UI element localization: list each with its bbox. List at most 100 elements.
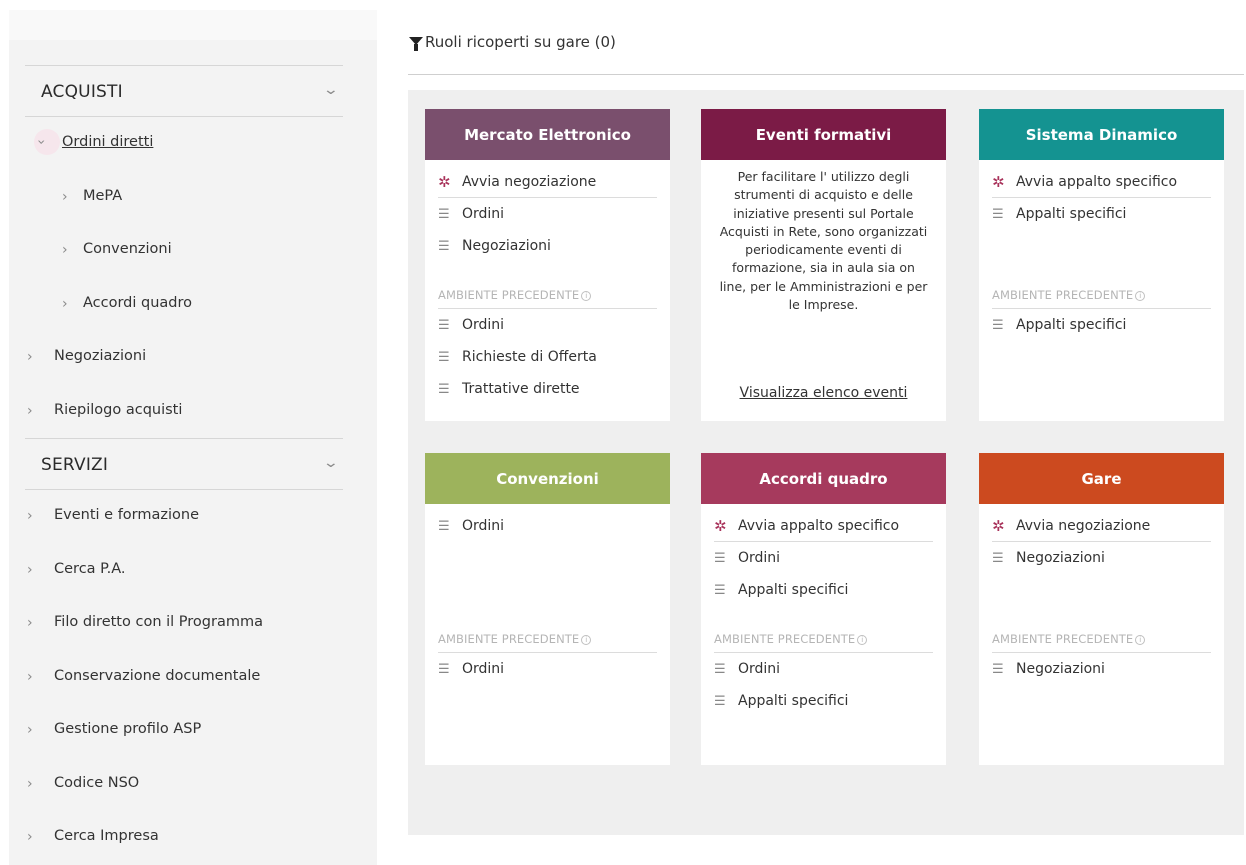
sidebar-item-gestione-asp[interactable]: › Gestione profilo ASP [25, 704, 343, 758]
action-label: Avvia negoziazione [1016, 517, 1151, 534]
list-icon: ☰ [714, 693, 726, 709]
action-avvia-negoziazione[interactable]: ✲ Avvia negoziazione [992, 510, 1211, 542]
chevron-right-icon: › [62, 242, 68, 258]
spark-icon: ✲ [714, 516, 727, 535]
link-ordini[interactable]: ☰ Ordini [438, 198, 657, 230]
chevron-right-icon: › [27, 508, 33, 524]
link-negoziazioni[interactable]: ☰ Negoziazioni [438, 230, 657, 262]
list-icon: ☰ [438, 317, 450, 333]
info-icon[interactable]: i [1135, 290, 1146, 301]
sidebar-item-riepilogo-acquisti[interactable]: › Riepilogo acquisti [25, 385, 343, 439]
chevron-right-icon: › [27, 402, 33, 419]
sidebar-item-label: Conservazione documentale [54, 667, 261, 684]
view-events-link[interactable]: Visualizza elenco eventi [701, 385, 946, 401]
card-mercato-elettronico: Mercato Elettronico ✲ Avvia negoziazione… [425, 109, 670, 421]
sidebar-item-filo-diretto[interactable]: › Filo diretto con il Programma [25, 597, 343, 651]
sidebar-item-cerca-impresa[interactable]: › Cerca Impresa [25, 811, 343, 865]
link-prev-ordini[interactable]: ☰ Ordini [714, 653, 933, 685]
chevron-down-icon: ⌄ [322, 82, 340, 98]
list-icon: ☰ [438, 661, 450, 677]
section-title: ACQUISTI [41, 82, 123, 102]
link-label: Ordini [738, 661, 781, 677]
prev-label-text: AMBIENTE PRECEDENTE [438, 632, 580, 646]
link-prev-trattative[interactable]: ☰ Trattative dirette [438, 373, 657, 405]
sidebar-item-label: Cerca P.A. [54, 560, 126, 577]
link-label: Appalti specifici [1016, 317, 1127, 333]
link-negoziazioni[interactable]: ☰ Negoziazioni [992, 542, 1211, 574]
sidebar-item-mepa[interactable]: › MePA [25, 171, 343, 225]
sidebar-item-codice-nso[interactable]: › Codice NSO [25, 758, 343, 812]
list-icon: ☰ [438, 238, 450, 254]
sidebar-item-cerca-pa[interactable]: › Cerca P.A. [25, 544, 343, 598]
filter-icon [409, 37, 423, 51]
info-icon[interactable]: i [1135, 634, 1146, 645]
card-body: ✲ Avvia appalto specifico ☰ Appalti spec… [979, 160, 1224, 341]
list-icon: ☰ [714, 550, 726, 566]
section-title: SERVIZI [41, 455, 109, 475]
link-prev-negoziazioni[interactable]: ☰ Negoziazioni [992, 653, 1211, 685]
section-servizi[interactable]: SERVIZI ⌄ [25, 438, 343, 490]
link-ordini[interactable]: ☰ Ordini [714, 542, 933, 574]
sidebar-item-conservazione[interactable]: › Conservazione documentale [25, 651, 343, 705]
card-header: Gare [979, 453, 1224, 504]
chevron-right-icon: › [62, 295, 68, 312]
link-label: Appalti specifici [738, 693, 849, 709]
link-label: Ordini [462, 661, 505, 677]
sidebar-item-accordi-quadro[interactable]: › Accordi quadro [25, 278, 343, 332]
chevron-down-icon: ⌄ [322, 455, 340, 471]
card-header: Accordi quadro [701, 453, 946, 504]
chevron-right-icon: › [32, 139, 49, 145]
sidebar-item-negoziazioni[interactable]: › Negoziazioni [25, 331, 343, 385]
list-icon: ☰ [438, 381, 450, 397]
spark-icon: ✲ [438, 172, 451, 191]
info-icon[interactable]: i [581, 290, 592, 301]
link-label: Negoziazioni [462, 238, 551, 254]
chevron-right-icon: › [27, 615, 33, 631]
card-gare: Gare ✲ Avvia negoziazione ☰ Negoziazioni… [979, 453, 1224, 765]
previous-environment-label: AMBIENTE PRECEDENTE i [714, 632, 933, 653]
chevron-right-icon: › [27, 775, 33, 792]
prev-label-text: AMBIENTE PRECEDENTE [992, 632, 1134, 646]
card-title: Eventi formativi [755, 125, 892, 144]
card-title: Gare [1081, 469, 1122, 488]
action-label: Avvia appalto specifico [738, 517, 900, 534]
link-ordini[interactable]: ☰ Ordini [438, 510, 657, 542]
spark-icon: ✲ [992, 516, 1005, 535]
card-title: Convenzioni [496, 469, 599, 488]
action-avvia-negoziazione[interactable]: ✲ Avvia negoziazione [438, 166, 657, 198]
card-body: ✲ Avvia negoziazione ☰ Negoziazioni AMBI… [979, 504, 1224, 685]
link-label: Ordini [462, 317, 505, 333]
roles-filter-label: Ruoli ricoperti su gare (0) [425, 33, 616, 51]
action-avvia-appalto[interactable]: ✲ Avvia appalto specifico [992, 166, 1211, 198]
chevron-right-icon: › [27, 349, 33, 365]
sidebar-item-label: Riepilogo acquisti [54, 401, 183, 418]
list-icon: ☰ [438, 518, 450, 534]
roles-filter[interactable]: Ruoli ricoperti su gare (0) [409, 33, 616, 51]
link-prev-rdo[interactable]: ☰ Richieste di Offerta [438, 341, 657, 373]
card-header: Mercato Elettronico [425, 109, 670, 160]
chevron-right-icon: › [62, 188, 68, 205]
link-prev-ordini[interactable]: ☰ Ordini [438, 309, 657, 341]
link-label: Appalti specifici [1016, 206, 1127, 222]
action-avvia-appalto[interactable]: ✲ Avvia appalto specifico [714, 510, 933, 542]
link-prev-ordini[interactable]: ☰ Ordini [438, 653, 657, 685]
link-label: Negoziazioni [1016, 550, 1105, 566]
sidebar-item-label: Ordini diretti [62, 134, 154, 150]
card-title: Mercato Elettronico [464, 125, 631, 144]
card-eventi-formativi: Eventi formativi Per facilitare l' utili… [701, 109, 946, 421]
sidebar-item-convenzioni[interactable]: › Convenzioni [25, 224, 343, 278]
link-prev-appalti[interactable]: ☰ Appalti specifici [992, 309, 1211, 341]
link-prev-appalti[interactable]: ☰ Appalti specifici [714, 685, 933, 717]
list-icon: ☰ [438, 206, 450, 222]
sidebar-item-label: Convenzioni [83, 241, 172, 257]
card-header: Convenzioni [425, 453, 670, 504]
link-appalti-specifici[interactable]: ☰ Appalti specifici [714, 574, 933, 606]
sidebar-item-eventi-formazione[interactable]: › Eventi e formazione [25, 490, 343, 544]
sidebar-item-ordini-diretti[interactable]: › Ordini diretti [25, 117, 343, 171]
link-appalti-specifici[interactable]: ☰ Appalti specifici [992, 198, 1211, 230]
list-icon: ☰ [992, 206, 1004, 222]
info-icon[interactable]: i [581, 634, 592, 645]
section-acquisti[interactable]: ACQUISTI ⌄ [25, 65, 343, 117]
chevron-right-icon: › [27, 722, 33, 738]
info-icon[interactable]: i [857, 634, 868, 645]
